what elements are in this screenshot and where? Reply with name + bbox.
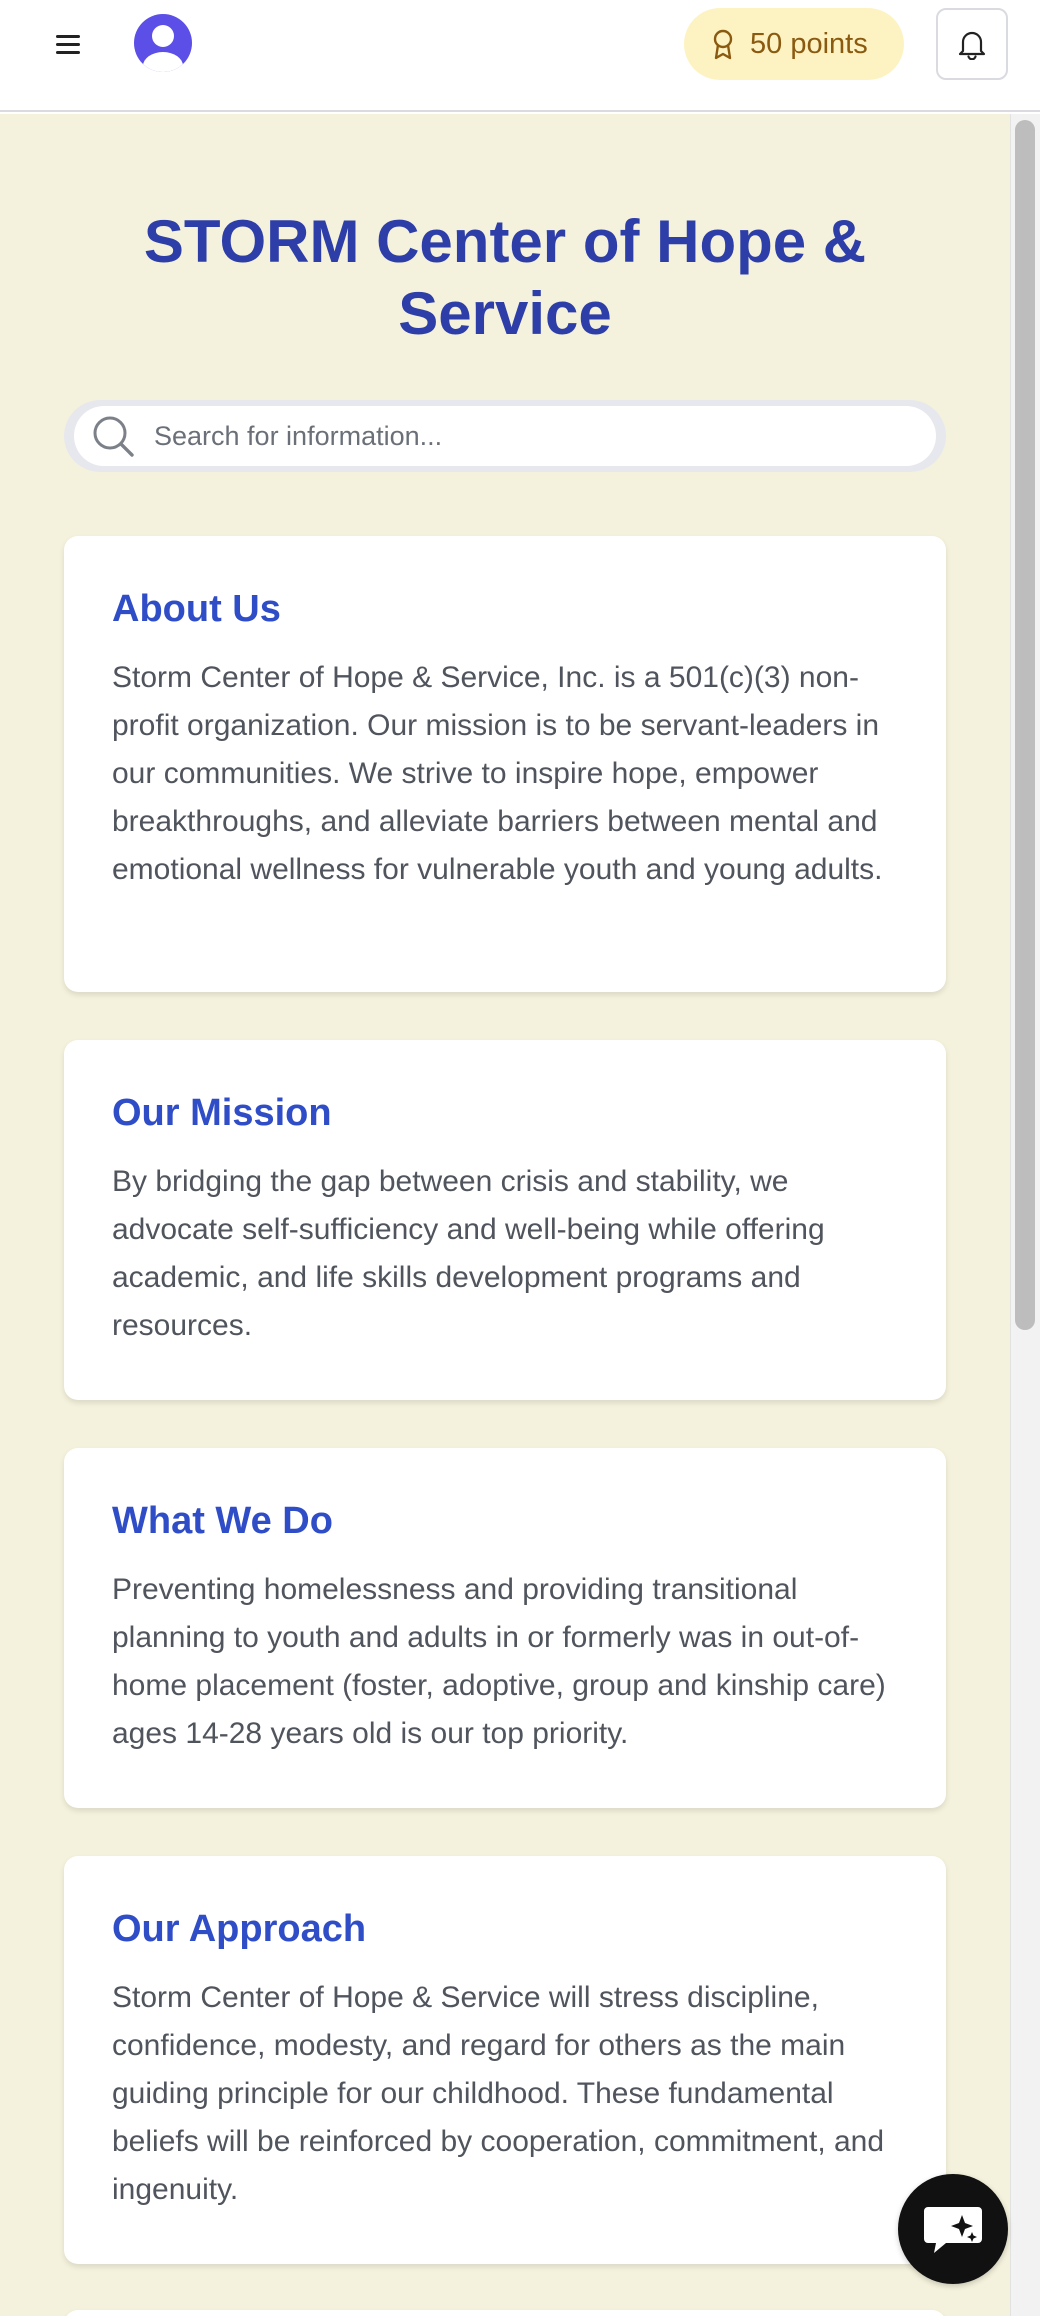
menu-button[interactable] xyxy=(40,20,96,68)
hamburger-menu-icon xyxy=(56,35,80,54)
section-heading: Our Approach xyxy=(112,1908,367,1950)
points-badge[interactable]: 50 points xyxy=(684,8,904,80)
chat-assistant-button[interactable] xyxy=(898,2174,1008,2284)
bell-icon xyxy=(958,31,986,60)
section-body: Storm Center of Hope & Service, Inc. is … xyxy=(112,661,883,886)
award-ribbon-icon xyxy=(713,29,733,60)
section-body: Preventing homelessness and providing tr… xyxy=(112,1573,886,1750)
user-avatar-icon xyxy=(143,25,183,72)
points-label: 50 points xyxy=(750,27,868,60)
search-icon xyxy=(93,416,134,457)
about-us-card: About Us Storm Center of Hope & Service,… xyxy=(64,536,946,992)
user-avatar[interactable] xyxy=(134,14,192,72)
section-heading: What We Do xyxy=(112,1500,333,1542)
our-approach-card: Our Approach Storm Center of Hope & Serv… xyxy=(64,1856,946,2264)
section-heading: About Us xyxy=(112,588,281,630)
scrollbar-thumb[interactable] xyxy=(1015,120,1035,1330)
chat-sparkle-icon xyxy=(924,2207,982,2253)
next-card-partial xyxy=(64,2310,946,2316)
what-we-do-card: What We Do Preventing homelessness and p… xyxy=(64,1448,946,1808)
our-mission-card: Our Mission By bridging the gap between … xyxy=(64,1040,946,1400)
section-body: Storm Center of Hope & Service will stre… xyxy=(112,1981,885,2206)
search-bar xyxy=(64,400,946,472)
page-title: STORM Center of Hope & Service xyxy=(143,208,867,347)
section-body: By bridging the gap between crisis and s… xyxy=(112,1165,825,1342)
search-input[interactable] xyxy=(152,419,912,453)
top-bar: 50 points xyxy=(0,0,1040,112)
notifications-button[interactable] xyxy=(936,8,1008,80)
section-heading: Our Mission xyxy=(112,1092,332,1134)
main-content: STORM Center of Hope & Service About Us … xyxy=(0,114,1010,2316)
search-field-container xyxy=(74,406,936,466)
scrollbar-track[interactable] xyxy=(1010,114,1040,2316)
